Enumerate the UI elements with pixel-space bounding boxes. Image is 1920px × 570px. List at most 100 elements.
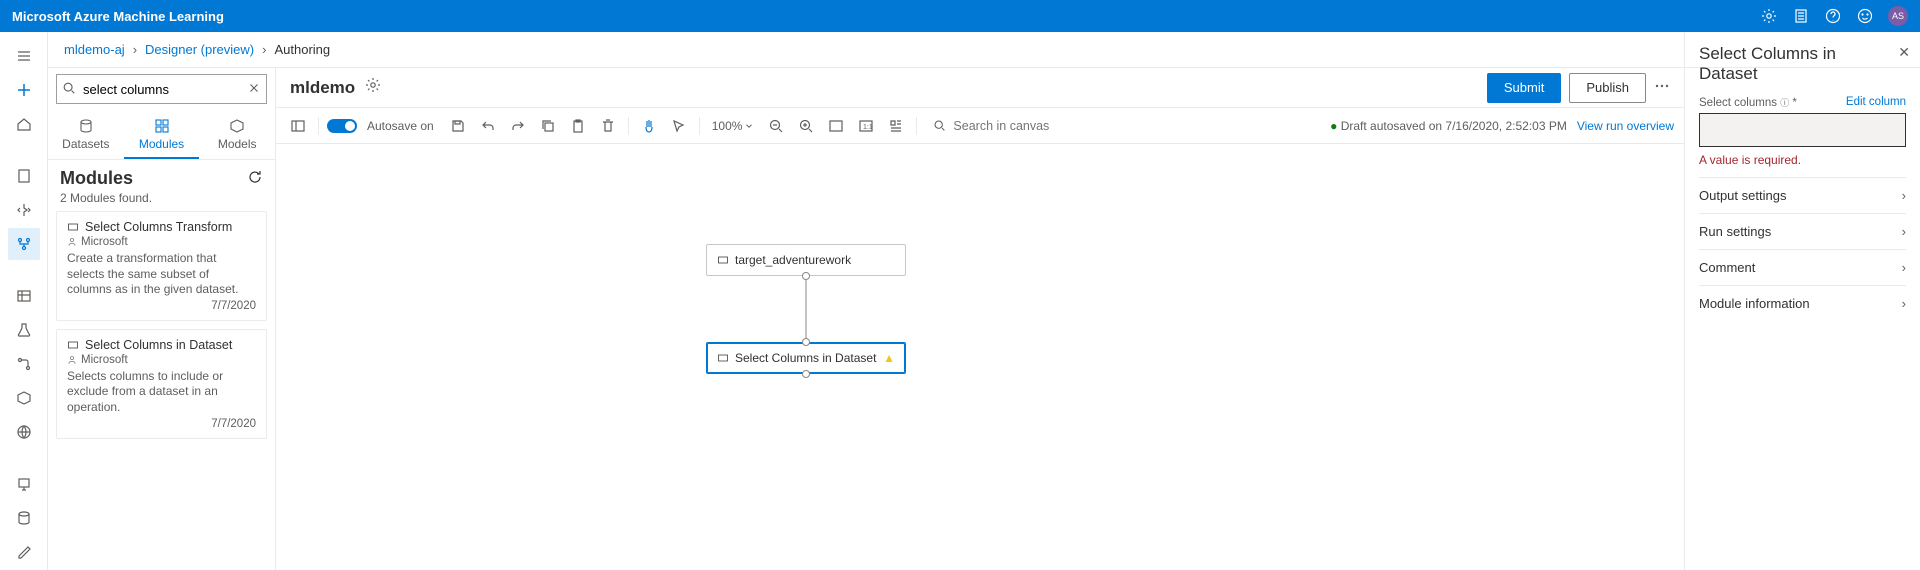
canvas-node-dataset[interactable]: target_adventurework bbox=[706, 244, 906, 276]
select-icon[interactable] bbox=[667, 114, 691, 138]
save-icon[interactable] bbox=[446, 114, 470, 138]
module-card-publisher: Microsoft bbox=[81, 236, 128, 248]
top-bar: Microsoft Azure Machine Learning AS bbox=[0, 0, 1920, 32]
nav-rail bbox=[0, 32, 48, 570]
section-run-settings[interactable]: Run settings› bbox=[1699, 213, 1906, 249]
canvas-search-input[interactable] bbox=[933, 115, 1113, 137]
module-card-desc: Selects columns to include or exclude fr… bbox=[67, 369, 256, 416]
copy-icon[interactable] bbox=[536, 114, 560, 138]
submit-button[interactable]: Submit bbox=[1487, 73, 1561, 103]
edit-column-link[interactable]: Edit column bbox=[1846, 96, 1906, 109]
warning-icon: ▲ bbox=[883, 351, 895, 365]
redo-icon[interactable] bbox=[506, 114, 530, 138]
home-icon[interactable] bbox=[8, 108, 40, 140]
show-panel-icon[interactable] bbox=[286, 114, 310, 138]
pipeline-name: mldemo bbox=[290, 78, 355, 98]
pipeline-header: mldemo Submit Publish bbox=[276, 68, 1684, 108]
module-search-input[interactable] bbox=[56, 74, 267, 104]
tab-datasets-label: Datasets bbox=[62, 137, 109, 151]
modules-count: 2 Modules found. bbox=[48, 191, 275, 211]
refresh-icon[interactable] bbox=[247, 169, 263, 188]
autosave-label: Autosave on bbox=[367, 119, 434, 133]
breadcrumb-workspace[interactable]: mldemo-aj bbox=[64, 42, 125, 57]
add-icon[interactable] bbox=[8, 74, 40, 106]
zoom-out-icon[interactable] bbox=[764, 114, 788, 138]
actual-size-icon[interactable]: 1:1 bbox=[854, 114, 878, 138]
automl-icon[interactable] bbox=[8, 194, 40, 226]
zoom-in-icon[interactable] bbox=[794, 114, 818, 138]
models-icon[interactable] bbox=[8, 382, 40, 414]
module-card-desc: Create a transformation that selects the… bbox=[67, 251, 256, 298]
output-port[interactable] bbox=[802, 272, 810, 280]
canvas-search bbox=[933, 115, 1113, 137]
pan-icon[interactable] bbox=[637, 114, 661, 138]
search-icon bbox=[933, 119, 946, 135]
breadcrumb-designer[interactable]: Designer (preview) bbox=[145, 42, 254, 57]
tab-modules-label: Modules bbox=[139, 137, 184, 151]
fit-icon[interactable] bbox=[824, 114, 848, 138]
select-columns-label: Select columns ⓘ * bbox=[1699, 96, 1797, 109]
properties-panel: ✕ Select Columns in Dataset Select colum… bbox=[1684, 32, 1920, 570]
module-card-date: 7/7/2020 bbox=[67, 418, 256, 430]
input-port[interactable] bbox=[802, 338, 810, 346]
palette-tabs: Datasets Modules Models bbox=[48, 110, 275, 160]
canvas-node-select-columns[interactable]: Select Columns in Dataset ▲ bbox=[706, 342, 906, 374]
chevron-right-icon: › bbox=[1902, 296, 1906, 311]
datastores-icon[interactable] bbox=[8, 502, 40, 534]
labeling-icon[interactable] bbox=[8, 536, 40, 568]
hamburger-icon[interactable] bbox=[8, 40, 40, 72]
close-panel-icon[interactable]: ✕ bbox=[1898, 44, 1910, 61]
breadcrumb-sep-icon: › bbox=[262, 42, 266, 57]
modules-heading: Modules bbox=[60, 168, 133, 189]
module-list: Select Columns Transform Microsoft Creat… bbox=[48, 211, 275, 439]
feedback-icon[interactable] bbox=[1856, 7, 1874, 25]
undo-icon[interactable] bbox=[476, 114, 500, 138]
more-icon[interactable] bbox=[1654, 78, 1670, 97]
tab-modules[interactable]: Modules bbox=[124, 110, 200, 159]
module-card[interactable]: Select Columns Transform Microsoft Creat… bbox=[56, 211, 267, 321]
avatar[interactable]: AS bbox=[1888, 6, 1908, 26]
properties-title: Select Columns in Dataset bbox=[1699, 44, 1906, 84]
section-output-settings[interactable]: Output settings› bbox=[1699, 177, 1906, 213]
paste-icon[interactable] bbox=[566, 114, 590, 138]
clear-search-icon[interactable] bbox=[247, 81, 261, 98]
breadcrumb-sep-icon: › bbox=[133, 42, 137, 57]
tab-models-label: Models bbox=[218, 137, 257, 151]
node-label: target_adventurework bbox=[735, 253, 851, 267]
tab-models[interactable]: Models bbox=[199, 110, 275, 159]
select-columns-input[interactable] bbox=[1699, 113, 1906, 147]
canvas[interactable]: target_adventurework Select Columns in D… bbox=[276, 144, 1684, 570]
module-card-publisher: Microsoft bbox=[81, 354, 128, 366]
module-card[interactable]: Select Columns in Dataset Microsoft Sele… bbox=[56, 329, 267, 439]
compute-icon[interactable] bbox=[8, 468, 40, 500]
designer-icon[interactable] bbox=[8, 228, 40, 260]
module-card-title: Select Columns in Dataset bbox=[85, 338, 232, 352]
module-card-title: Select Columns Transform bbox=[85, 220, 232, 234]
view-run-overview-link[interactable]: View run overview bbox=[1577, 119, 1674, 133]
minimap-icon[interactable] bbox=[884, 114, 908, 138]
endpoints-icon[interactable] bbox=[8, 416, 40, 448]
datasets-icon[interactable] bbox=[8, 280, 40, 312]
section-comment[interactable]: Comment› bbox=[1699, 249, 1906, 285]
zoom-level[interactable]: 100% bbox=[712, 119, 755, 133]
tab-datasets[interactable]: Datasets bbox=[48, 110, 124, 159]
chevron-right-icon: › bbox=[1902, 224, 1906, 239]
notebooks-icon[interactable] bbox=[8, 160, 40, 192]
svg-text:1:1: 1:1 bbox=[863, 124, 873, 131]
center-area: mldemo Submit Publish Autosave on bbox=[276, 32, 1684, 570]
module-card-date: 7/7/2020 bbox=[67, 300, 256, 312]
autosave-toggle[interactable] bbox=[327, 119, 357, 133]
notebook-icon[interactable] bbox=[1792, 7, 1810, 25]
output-port[interactable] bbox=[802, 370, 810, 378]
experiments-icon[interactable] bbox=[8, 314, 40, 346]
asset-panel: Datasets Modules Models Modules 2 Module… bbox=[48, 32, 276, 570]
settings-icon[interactable] bbox=[1760, 7, 1778, 25]
publish-button[interactable]: Publish bbox=[1569, 73, 1646, 103]
validation-error: A value is required. bbox=[1699, 153, 1906, 167]
node-label: Select Columns in Dataset bbox=[735, 351, 876, 365]
section-module-info[interactable]: Module information› bbox=[1699, 285, 1906, 321]
delete-icon[interactable] bbox=[596, 114, 620, 138]
pipelines-icon[interactable] bbox=[8, 348, 40, 380]
pipeline-settings-icon[interactable] bbox=[365, 77, 381, 98]
help-icon[interactable] bbox=[1824, 7, 1842, 25]
